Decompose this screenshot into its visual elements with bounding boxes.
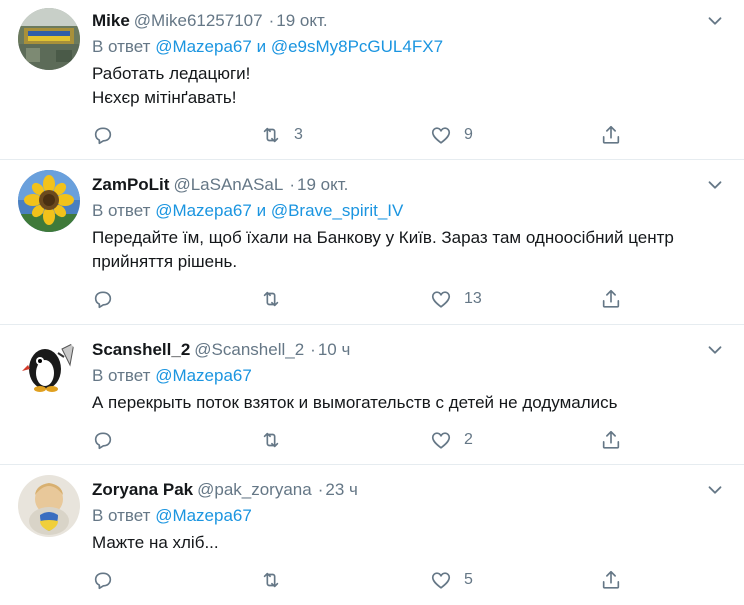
like-button[interactable]: 2 (430, 427, 473, 453)
mention-link[interactable]: @Mazepa67 (155, 37, 252, 56)
chevron-down-icon[interactable] (704, 339, 726, 361)
share-button[interactable] (600, 567, 622, 593)
author-name[interactable]: Scanshell_2 (92, 340, 190, 359)
tweet-feed: Mike @Mike61257107 · 19 окт. В ответ @Mazep… (0, 0, 744, 605)
like-count: 5 (464, 571, 473, 588)
tweet[interactable]: Scanshell_2 @Scanshell_2 · 10 ч В ответ @Ma… (0, 325, 744, 465)
separator: · (317, 480, 324, 499)
tweet-text-line: Передайте їм, щоб їхали на Банкову у Киї… (92, 228, 674, 247)
like-icon (431, 432, 451, 449)
reply-icon (94, 291, 112, 309)
timestamp[interactable]: 23 ч (325, 480, 358, 499)
avatar[interactable] (18, 335, 80, 397)
conjunction: и (256, 37, 267, 56)
tweet[interactable]: ZamPoLit @LaSAnASaL · 19 окт. В ответ @Maze… (0, 160, 744, 325)
chevron-down-icon[interactable] (704, 174, 726, 196)
author-handle[interactable]: @Scanshell_2 (194, 340, 304, 359)
retweet-count: 3 (294, 126, 303, 143)
reply-button[interactable] (92, 122, 114, 148)
share-button[interactable] (600, 286, 622, 312)
tweet[interactable]: Zoryana Pak @pak_zoryana · 23 ч В ответ @Ma… (0, 465, 744, 605)
reply-icon (94, 572, 112, 590)
like-button[interactable]: 13 (430, 286, 482, 312)
like-count: 13 (464, 290, 482, 307)
separator: · (268, 11, 275, 30)
like-button[interactable]: 9 (430, 122, 473, 148)
retweet-button[interactable]: 3 (260, 122, 303, 148)
separator: · (289, 175, 296, 194)
avatar[interactable] (18, 8, 80, 70)
reply-prefix: В ответ (92, 506, 151, 525)
tweet-text-line: Нєхєр мітінґавать! (92, 88, 237, 107)
author-handle[interactable]: @Mike61257107 (134, 11, 263, 30)
chevron-down-icon[interactable] (704, 10, 726, 32)
mention-link[interactable]: @e9sMy8PcGUL4FX7 (271, 37, 443, 56)
author-name[interactable]: Mike (92, 11, 130, 30)
retweet-icon (263, 291, 279, 307)
retweet-button[interactable] (260, 567, 294, 593)
share-icon (602, 570, 620, 589)
reply-icon (94, 432, 112, 450)
tweet-text: Мажте на хліб... (92, 531, 732, 555)
timestamp[interactable]: 19 окт. (276, 11, 327, 30)
tweet-text: Передайте їм, щоб їхали на Банкову у Киї… (92, 226, 732, 274)
reply-context: В ответ @Mazepa67 и @Brave_spirit_IV (92, 199, 732, 223)
tweet-actions: 13 (92, 286, 652, 312)
tweet-text-line: прийняття рішень. (92, 252, 238, 271)
retweet-button[interactable] (260, 427, 294, 453)
tweet[interactable]: Mike @Mike61257107 · 19 окт. В ответ @Mazep… (0, 0, 744, 160)
mention-link[interactable]: @Mazepa67 (155, 366, 252, 385)
reply-prefix: В ответ (92, 366, 151, 385)
reply-context: В ответ @Mazepa67 (92, 364, 732, 388)
timestamp[interactable]: 19 окт. (297, 175, 348, 194)
mention-link[interactable]: @Brave_spirit_IV (271, 201, 404, 220)
reply-icon (94, 127, 112, 145)
mention-link[interactable]: @Mazepa67 (155, 506, 252, 525)
reply-prefix: В ответ (92, 201, 151, 220)
author-handle[interactable]: @pak_zoryana (197, 480, 312, 499)
tweet-text-line: Работать ледацюги! (92, 64, 251, 83)
share-icon (602, 289, 620, 308)
tweet-actions: 5 (92, 567, 652, 593)
reply-button[interactable] (92, 567, 114, 593)
like-icon (431, 127, 451, 144)
like-count: 2 (464, 431, 473, 448)
tweet-text: А перекрыть поток взяток и вымогательств… (92, 391, 732, 415)
share-button[interactable] (600, 427, 622, 453)
tweet-text-line: А перекрыть поток взяток и вымогательств… (92, 393, 618, 412)
retweet-button[interactable] (260, 286, 294, 312)
conjunction: и (256, 201, 267, 220)
author-name[interactable]: Zoryana Pak (92, 480, 193, 499)
like-button[interactable]: 5 (430, 567, 473, 593)
avatar[interactable] (18, 475, 80, 537)
retweet-icon (263, 127, 279, 143)
reply-button[interactable] (92, 427, 114, 453)
retweet-icon (263, 572, 279, 588)
reply-context: В ответ @Mazepa67 (92, 504, 732, 528)
reply-button[interactable] (92, 286, 114, 312)
separator: · (310, 340, 316, 359)
tweet-text: Работать ледацюги! Нєхєр мітінґавать! (92, 62, 732, 110)
avatar[interactable] (18, 170, 80, 232)
tweet-actions: 3 9 (92, 122, 652, 148)
reply-prefix: В ответ (92, 37, 151, 56)
share-icon (602, 430, 620, 449)
timestamp[interactable]: 10 ч (318, 340, 351, 359)
like-icon (431, 291, 451, 308)
share-icon (602, 125, 620, 144)
share-button[interactable] (600, 122, 622, 148)
like-icon (431, 572, 451, 589)
mention-link[interactable]: @Mazepa67 (155, 201, 252, 220)
retweet-icon (263, 432, 279, 448)
tweet-actions: 2 (92, 427, 652, 453)
tweet-text-line: Мажте на хліб... (92, 533, 219, 552)
author-handle[interactable]: @LaSAnASaL (173, 175, 283, 194)
reply-context: В ответ @Mazepa67 и @e9sMy8PcGUL4FX7 (92, 35, 732, 59)
author-name[interactable]: ZamPoLit (92, 175, 169, 194)
chevron-down-icon[interactable] (704, 479, 726, 501)
like-count: 9 (464, 126, 473, 143)
